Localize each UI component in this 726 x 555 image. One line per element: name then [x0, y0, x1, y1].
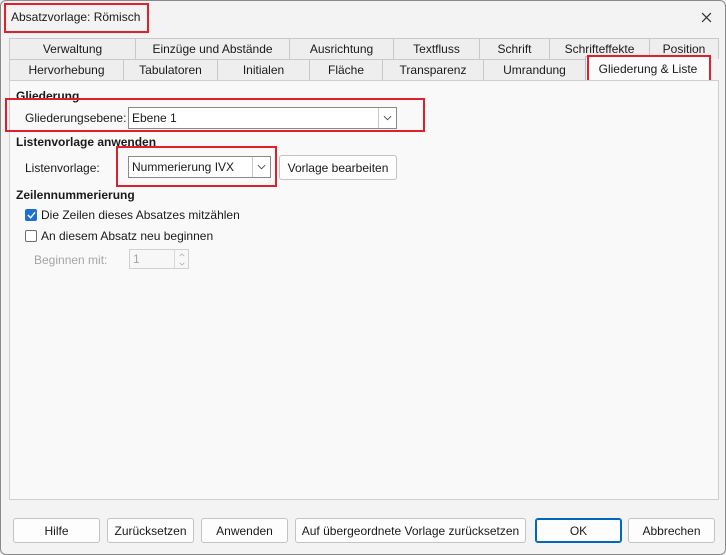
reset-to-parent-button[interactable]: Auf übergeordnete Vorlage zurücksetzen — [295, 518, 526, 543]
close-icon — [701, 12, 711, 22]
start-with-value: 1 — [133, 252, 140, 266]
start-with-label: Beginnen mit: — [34, 253, 108, 267]
gliederungsebene-value: Ebene 1 — [132, 111, 177, 125]
gliederungsebene-label: Gliederungsebene: — [25, 111, 127, 125]
tab-tabulatoren[interactable]: Tabulatoren — [123, 59, 218, 80]
tab-textfluss[interactable]: Textfluss — [393, 38, 480, 59]
ok-button[interactable]: OK — [535, 518, 622, 543]
restart-checkbox[interactable] — [25, 230, 37, 242]
count-lines-row[interactable]: Die Zeilen dieses Absatzes mitzählen — [25, 208, 240, 222]
spin-buttons — [174, 250, 188, 268]
listenvorlage-value: Nummerierung IVX — [132, 160, 235, 174]
chevron-up-icon — [178, 252, 185, 256]
tab-einzuege-abstaende[interactable]: Einzüge und Abstände — [135, 38, 290, 59]
tab-gliederung-liste[interactable]: Gliederung & Liste — [585, 56, 711, 80]
tab-hervorhebung[interactable]: Hervorhebung — [9, 59, 124, 80]
section-zeilennummerierung: Zeilennummerierung — [16, 188, 135, 202]
restart-label: An diesem Absatz neu beginnen — [41, 229, 214, 243]
tab-transparenz[interactable]: Transparenz — [382, 59, 484, 80]
count-lines-label: Die Zeilen dieses Absatzes mitzählen — [41, 208, 240, 222]
spin-up-button[interactable] — [175, 250, 188, 259]
apply-button[interactable]: Anwenden — [201, 518, 288, 543]
dialog-window: Absatzvorlage: Römisch Verwaltung Einzüg… — [0, 0, 726, 555]
start-with-spinner[interactable]: 1 — [129, 249, 189, 269]
section-listenvorlage: Listenvorlage anwenden — [16, 135, 157, 149]
chevron-down-icon — [252, 157, 270, 177]
gliederungsebene-select[interactable]: Ebene 1 — [128, 107, 397, 129]
close-button[interactable] — [695, 7, 717, 27]
help-button[interactable]: Hilfe — [13, 518, 100, 543]
tab-umrandung[interactable]: Umrandung — [483, 59, 586, 80]
tab-row-2: Hervorhebung Tabulatoren Initialen Fläch… — [9, 56, 711, 80]
spin-down-button[interactable] — [175, 259, 188, 268]
section-gliederung: Gliederung — [16, 89, 80, 103]
listenvorlage-label: Listenvorlage: — [25, 161, 100, 175]
chevron-down-icon — [178, 262, 185, 266]
chevron-down-icon — [378, 108, 396, 128]
tab-schrift[interactable]: Schrift — [479, 38, 550, 59]
tab-ausrichtung[interactable]: Ausrichtung — [289, 38, 394, 59]
count-lines-checkbox[interactable] — [25, 209, 37, 221]
tab-initialen[interactable]: Initialen — [217, 59, 310, 80]
reset-button[interactable]: Zurücksetzen — [107, 518, 194, 543]
check-icon — [26, 211, 36, 219]
tab-flaeche[interactable]: Fläche — [309, 59, 383, 80]
restart-row[interactable]: An diesem Absatz neu beginnen — [25, 229, 213, 243]
listenvorlage-select[interactable]: Nummerierung IVX — [128, 156, 271, 178]
cancel-button[interactable]: Abbrechen — [628, 518, 715, 543]
dialog-title: Absatzvorlage: Römisch — [11, 10, 141, 24]
edit-style-button[interactable]: Vorlage bearbeiten — [279, 155, 397, 180]
tab-verwaltung[interactable]: Verwaltung — [9, 38, 136, 59]
title-bar: Absatzvorlage: Römisch — [1, 1, 725, 35]
